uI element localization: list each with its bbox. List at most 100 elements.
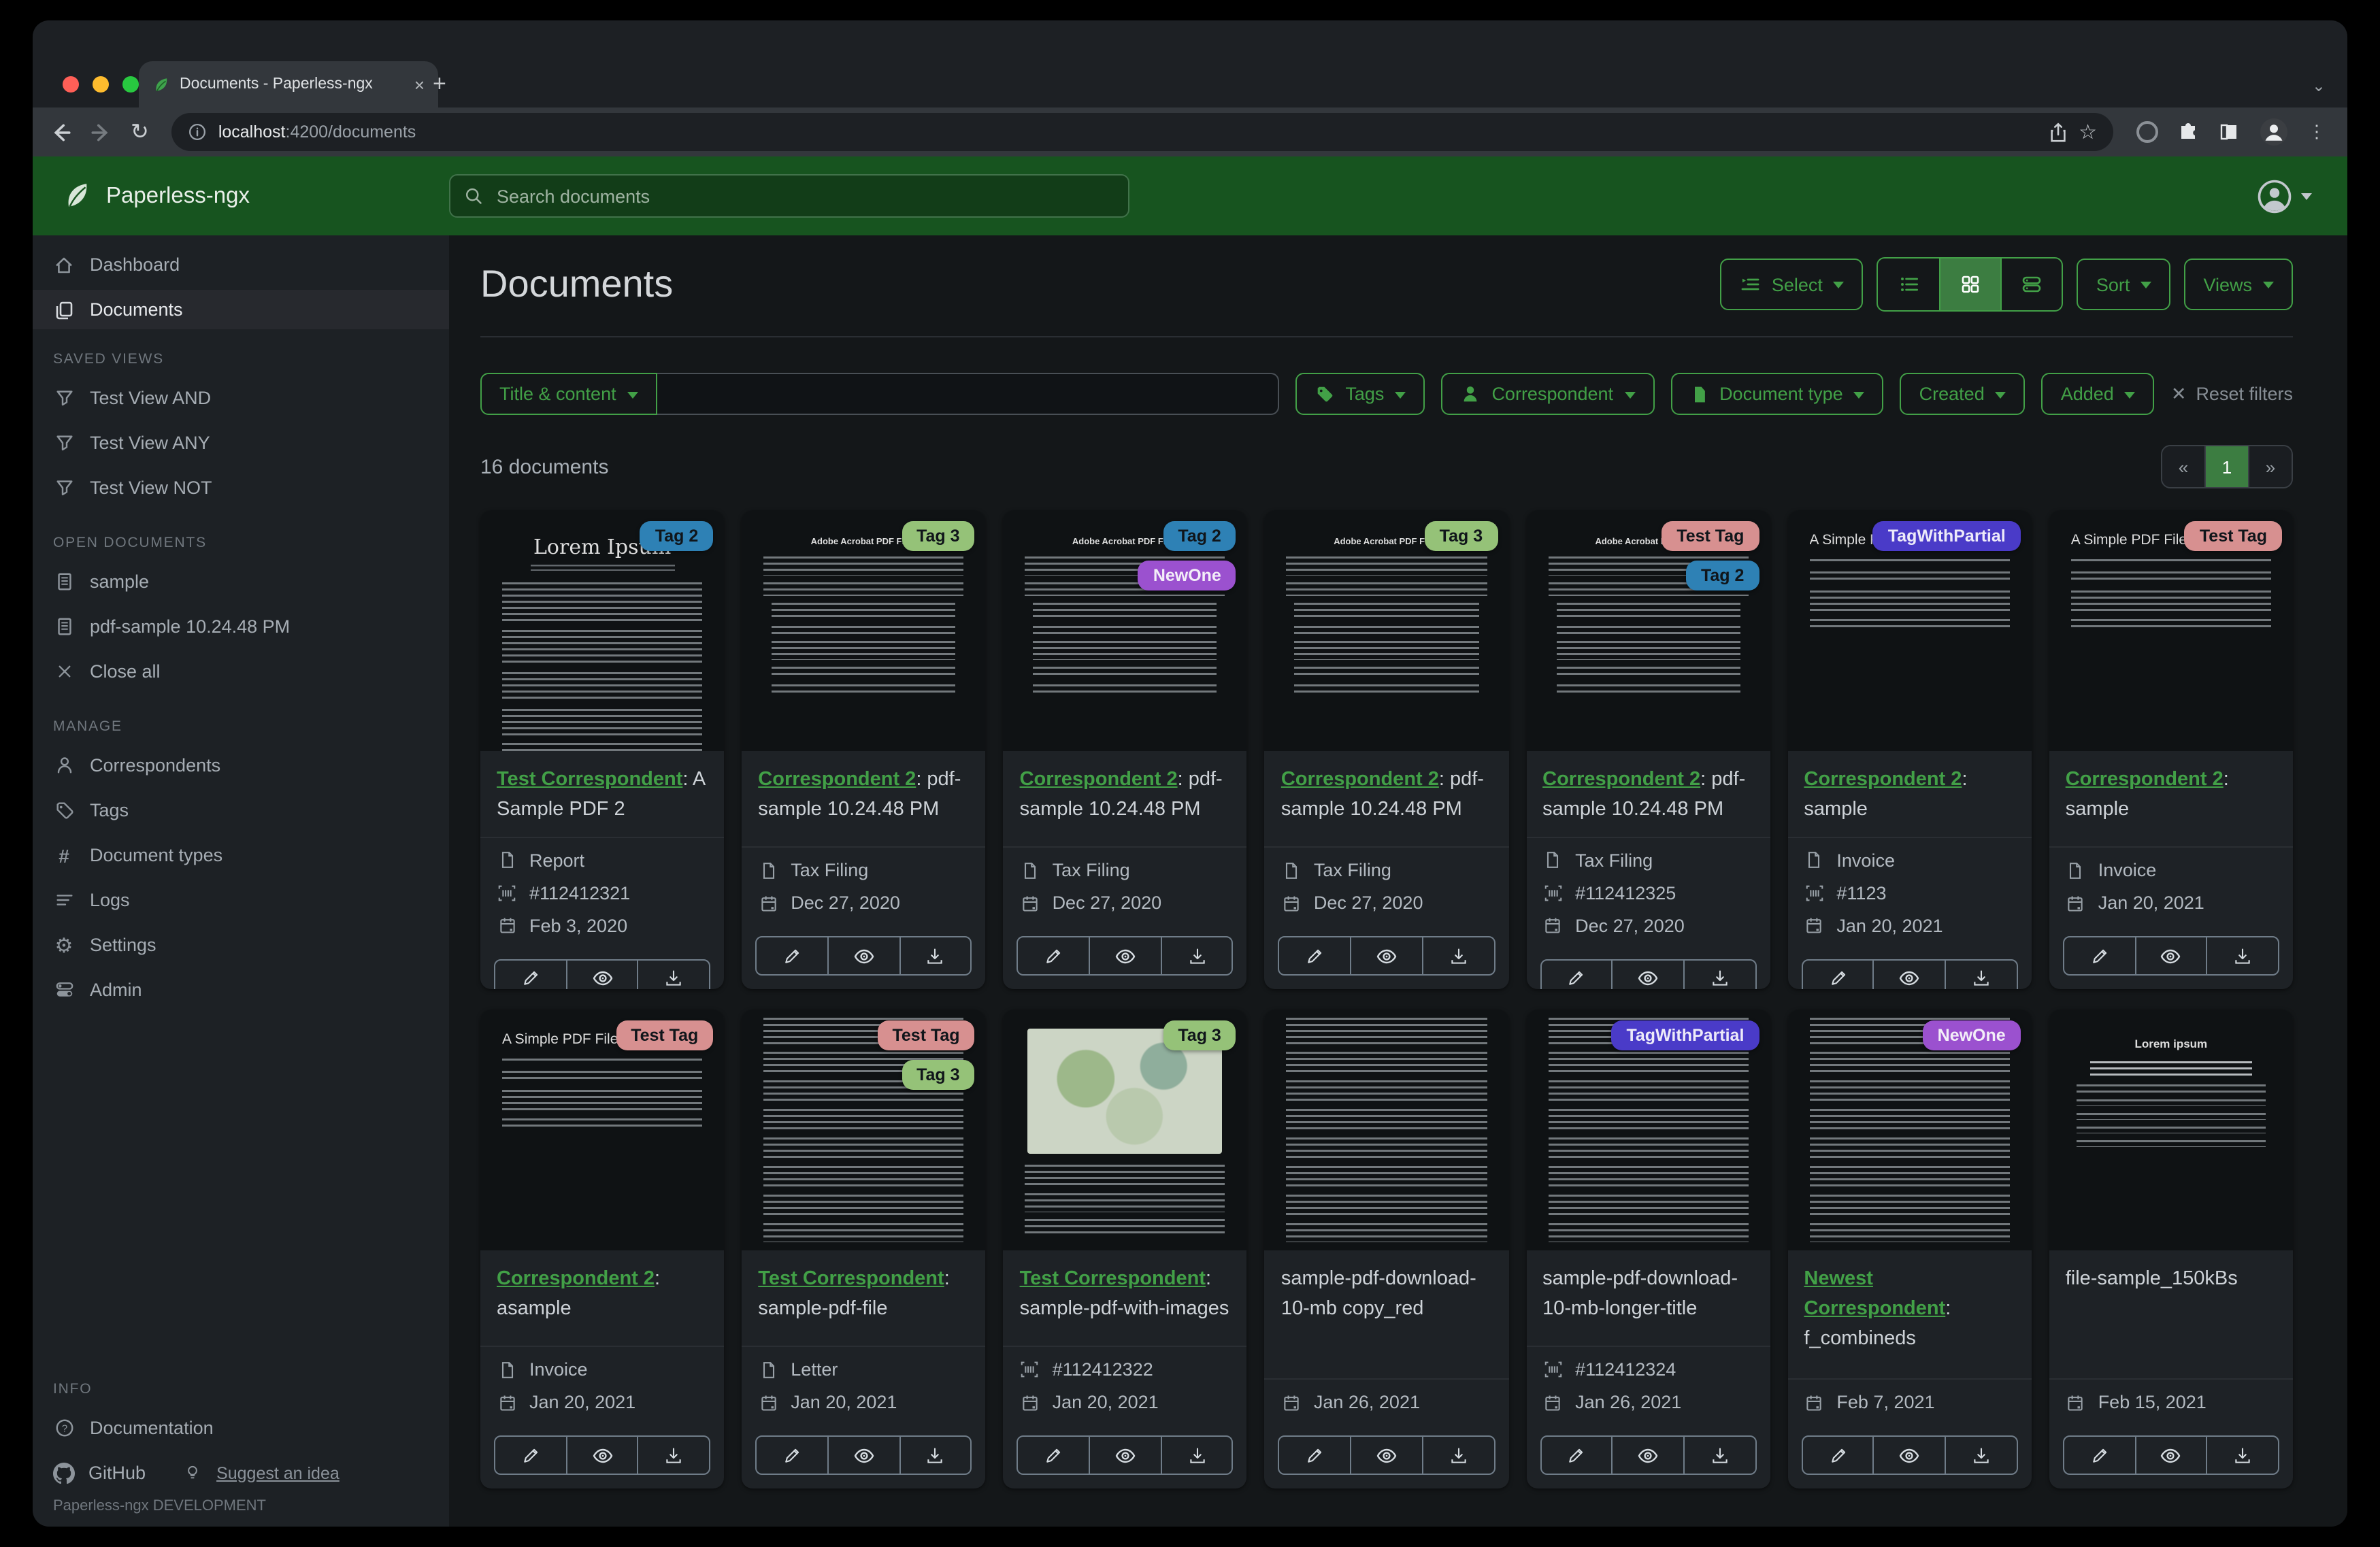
filter-document-type-button[interactable]: Document type	[1670, 373, 1884, 415]
close-window-button[interactable]	[63, 76, 79, 93]
pagination-prev-button[interactable]: «	[2162, 446, 2204, 487]
sidebar-item-admin[interactable]: Admin	[33, 970, 449, 1010]
document-card[interactable]: A Simple PDF File TagWithPartial Corresp…	[1787, 510, 2032, 989]
correspondent-link[interactable]: Test Correspondent	[497, 769, 682, 791]
grid-view-button[interactable]	[1939, 259, 2001, 310]
sidebar-item-documentation[interactable]: ? Documentation	[33, 1408, 449, 1448]
sidebar-item-github[interactable]: GitHub Suggest an idea	[33, 1453, 449, 1493]
sidebar-item-logs[interactable]: Logs	[33, 880, 449, 920]
document-thumbnail[interactable]: A Simple PDF File Test Tag	[480, 1010, 725, 1250]
download-button[interactable]	[1421, 937, 1493, 974]
document-thumbnail[interactable]	[1264, 1010, 1509, 1250]
preview-button[interactable]	[1611, 1437, 1683, 1474]
site-info-icon[interactable]	[188, 122, 208, 142]
document-card[interactable]: sample-pdf-download-10-mb copy_red Jan 2…	[1264, 1010, 1509, 1488]
suggest-idea-link[interactable]: Suggest an idea	[216, 1463, 340, 1482]
edit-button[interactable]	[2064, 937, 2134, 974]
sidebar-item-documents[interactable]: Documents	[33, 290, 449, 329]
tag-badge[interactable]: Tag 3	[902, 1060, 975, 1090]
document-card[interactable]: Adobe Acrobat PDF Files Test Tag Tag 2 Co…	[1526, 510, 1770, 989]
bookmark-star-icon[interactable]: ☆	[2079, 120, 2097, 144]
document-thumbnail[interactable]: Lorem ipsum	[2049, 1010, 2293, 1250]
tag-badge[interactable]: Test Tag	[1662, 521, 1759, 551]
share-icon[interactable]	[2047, 122, 2068, 142]
tag-badge[interactable]: Tag 3	[902, 521, 975, 551]
password-manager-icon[interactable]	[2136, 121, 2158, 143]
tag-badge[interactable]: NewOne	[1138, 561, 1236, 590]
preview-button[interactable]	[827, 937, 899, 974]
preview-button[interactable]	[1350, 1437, 1421, 1474]
correspondent-link[interactable]: Newest Correspondent	[1804, 1268, 1945, 1320]
preview-button[interactable]	[1089, 1437, 1160, 1474]
detail-view-button[interactable]	[2000, 259, 2062, 310]
download-button[interactable]	[2206, 937, 2278, 974]
download-button[interactable]	[1421, 1437, 1493, 1474]
minimize-window-button[interactable]	[93, 76, 109, 93]
preview-button[interactable]	[1350, 937, 1421, 974]
tab-search-chevron-icon[interactable]: ⌄	[2312, 76, 2326, 95]
profile-avatar[interactable]	[2259, 117, 2289, 147]
download-button[interactable]	[1683, 960, 1755, 989]
extensions-puzzle-icon[interactable]	[2177, 121, 2199, 143]
correspondent-link[interactable]: Correspondent 2	[758, 769, 916, 791]
pagination-page-1[interactable]: 1	[2204, 446, 2248, 487]
document-card[interactable]: Lorem ipsum file-sample_150kBs Feb 15, 2…	[2049, 1010, 2293, 1488]
correspondent-link[interactable]: Correspondent 2	[1804, 769, 1962, 791]
sidebar-item-correspondents[interactable]: Correspondents	[33, 746, 449, 785]
correspondent-link[interactable]: Correspondent 2	[1020, 769, 1178, 791]
preview-button[interactable]	[1611, 960, 1683, 989]
document-thumbnail[interactable]: Adobe Acrobat PDF Files Tag 2 NewOne	[1003, 510, 1247, 751]
document-card[interactable]: A Simple PDF File Test Tag Correspondent…	[480, 1010, 725, 1488]
address-bar[interactable]: localhost:4200/documents ☆	[171, 113, 2113, 151]
document-thumbnail[interactable]: Adobe Acrobat PDF Files Tag 3	[742, 510, 986, 751]
document-thumbnail[interactable]: Adobe Acrobat PDF Files Tag 3	[1264, 510, 1509, 751]
filter-correspondent-button[interactable]: Correspondent	[1441, 373, 1655, 415]
tag-badge[interactable]: Test Tag	[2184, 521, 2282, 551]
document-card[interactable]: Lorem Ipsum Tag 2 Test Correspondent: A …	[480, 510, 725, 989]
new-tab-button[interactable]: +	[433, 71, 446, 98]
preview-button[interactable]	[565, 960, 637, 989]
tag-badge[interactable]: Tag 2	[1163, 521, 1236, 551]
document-card[interactable]: Adobe Acrobat PDF Files Tag 3 Correspond…	[1264, 510, 1509, 989]
download-button[interactable]	[637, 960, 709, 989]
download-button[interactable]	[2206, 1437, 2278, 1474]
filter-added-button[interactable]: Added	[2041, 373, 2155, 415]
sidebar-item-test-view-and[interactable]: Test View AND	[33, 378, 449, 418]
preview-button[interactable]	[2134, 1437, 2206, 1474]
pagination-next-button[interactable]: »	[2248, 446, 2292, 487]
preview-button[interactable]	[1872, 1437, 1945, 1474]
edit-button[interactable]	[495, 1437, 565, 1474]
sidebar-item-test-view-any[interactable]: Test View ANY	[33, 423, 449, 463]
correspondent-link[interactable]: Test Correspondent	[1020, 1268, 1206, 1290]
sidebar-item-open-doc-pdf-sample[interactable]: pdf-sample 10.24.48 PM	[33, 607, 449, 646]
download-button[interactable]	[899, 1437, 970, 1474]
edit-button[interactable]	[1802, 1437, 1872, 1474]
download-button[interactable]	[899, 937, 970, 974]
edit-button[interactable]	[1019, 937, 1089, 974]
download-button[interactable]	[1683, 1437, 1755, 1474]
tag-badge[interactable]: TagWithPartial	[1611, 1020, 1759, 1050]
side-panel-icon[interactable]	[2218, 121, 2240, 143]
document-thumbnail[interactable]: NewOne	[1787, 1010, 2032, 1250]
preview-button[interactable]	[565, 1437, 637, 1474]
tag-badge[interactable]: Test Tag	[616, 1020, 714, 1050]
back-button[interactable]	[49, 120, 72, 144]
zoom-window-button[interactable]	[122, 76, 139, 93]
document-card[interactable]: Tag 3 Test Correspondent: sample-pdf-wit…	[1003, 1010, 1247, 1488]
sidebar-item-open-doc-sample[interactable]: sample	[33, 562, 449, 601]
filter-created-button[interactable]: Created	[1900, 373, 2026, 415]
browser-menu-kebab-icon[interactable]: ⋮	[2308, 121, 2326, 143]
reload-button[interactable]: ↻	[131, 118, 149, 146]
document-thumbnail[interactable]: Test Tag Tag 3	[742, 1010, 986, 1250]
download-button[interactable]	[1945, 1437, 2016, 1474]
document-thumbnail[interactable]: Adobe Acrobat PDF Files Test Tag Tag 2	[1526, 510, 1770, 751]
sidebar-item-close-all[interactable]: Close all	[33, 652, 449, 691]
document-card[interactable]: NewOne Newest Correspondent: f_combineds…	[1787, 1010, 2032, 1488]
edit-button[interactable]	[757, 1437, 827, 1474]
search-input[interactable]	[494, 184, 1114, 207]
views-button[interactable]: Views	[2184, 259, 2293, 310]
edit-button[interactable]	[1541, 960, 1611, 989]
download-button[interactable]	[1945, 960, 2016, 989]
preview-button[interactable]	[1089, 937, 1160, 974]
edit-button[interactable]	[1541, 1437, 1611, 1474]
